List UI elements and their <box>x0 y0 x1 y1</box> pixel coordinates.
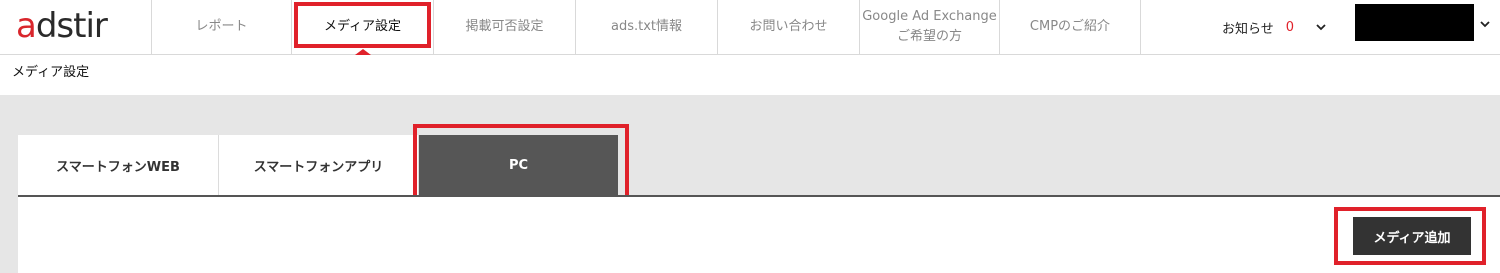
logo-letter: a <box>16 6 37 46</box>
notifications-label: お知らせ <box>1222 21 1274 37</box>
active-caret-icon <box>354 49 371 55</box>
user-account-box[interactable] <box>1355 4 1474 41</box>
nav-item-cmp[interactable]: CMPのご紹介 <box>999 0 1141 54</box>
tab-smartphone-web[interactable]: スマートフォンWEB <box>18 135 218 195</box>
adstir-logo[interactable]: adstir <box>16 6 136 46</box>
nav-item-ads-txt[interactable]: ads.txt情報 <box>575 0 717 54</box>
breadcrumb: メディア設定 <box>12 63 89 83</box>
media-panel <box>18 195 1500 273</box>
nav-item-placement-approval[interactable]: 掲載可否設定 <box>433 0 575 54</box>
logo-text: dstir <box>35 6 108 46</box>
tab-pc[interactable]: PC <box>418 135 618 195</box>
nav-item-contact[interactable]: お問い合わせ <box>717 0 859 54</box>
nav-item-media-settings[interactable]: メディア設定 <box>291 0 433 55</box>
chevron-down-icon <box>1316 24 1326 31</box>
notifications-menu[interactable]: お知らせ 0 <box>1222 0 1328 54</box>
platform-tabs: スマートフォンWEB スマートフォンアプリ PC <box>18 135 618 195</box>
header: adstir レポート メディア設定 掲載可否設定 ads.txt情報 お問い合… <box>0 0 1500 55</box>
highlight-box <box>294 2 431 48</box>
main-nav: レポート メディア設定 掲載可否設定 ads.txt情報 お問い合わせ Goog… <box>151 0 1141 55</box>
chevron-down-icon[interactable] <box>1478 17 1492 31</box>
notifications-count-badge: 0 <box>1285 19 1295 35</box>
nav-item-google-adx[interactable]: Google Ad Exchange ご希望の方 <box>859 0 999 54</box>
tab-smartphone-app[interactable]: スマートフォンアプリ <box>218 135 418 195</box>
breadcrumb-current: メディア設定 <box>12 65 90 80</box>
add-media-button[interactable]: メディア追加 <box>1353 217 1471 255</box>
nav-item-report[interactable]: レポート <box>151 0 291 54</box>
